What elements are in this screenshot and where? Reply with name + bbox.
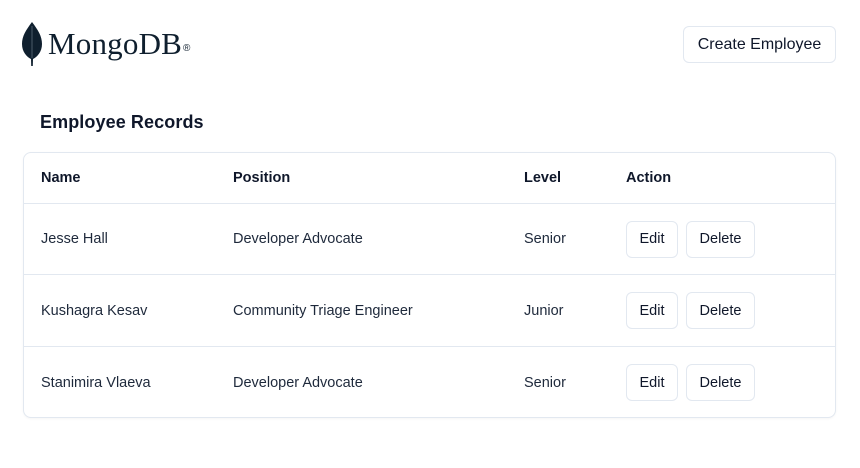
row-actions: Edit Delete (626, 275, 755, 346)
delete-button[interactable]: Delete (686, 220, 755, 258)
employee-name: Kushagra Kesav (41, 302, 148, 319)
employee-table: Name Position Level Action Jesse Hall De… (23, 152, 836, 418)
employee-position: Developer Advocate (233, 374, 363, 391)
employee-level: Junior (524, 302, 564, 319)
table-row: Kushagra Kesav Community Triage Engineer… (24, 275, 835, 347)
row-actions: Edit Delete (626, 204, 755, 274)
mongodb-logo[interactable]: MongoDB ® (22, 22, 190, 66)
edit-button[interactable]: Edit (626, 220, 678, 258)
edit-button[interactable]: Edit (626, 364, 678, 401)
column-header-level: Level (524, 170, 562, 186)
employee-level: Senior (524, 231, 566, 247)
leaf-icon (22, 22, 42, 66)
top-bar: MongoDB ® Create Employee (0, 0, 860, 92)
column-header-name: Name (41, 170, 81, 186)
employee-level: Senior (524, 374, 566, 391)
page-title: Employee Records (40, 112, 204, 132)
employee-name: Stanimira Vlaeva (41, 374, 151, 391)
table-header-row: Name Position Level Action (24, 153, 835, 204)
table-row: Stanimira Vlaeva Developer Advocate Seni… (24, 347, 835, 417)
employee-position: Community Triage Engineer (233, 302, 413, 319)
delete-button[interactable]: Delete (686, 292, 755, 329)
edit-button[interactable]: Edit (626, 292, 678, 329)
delete-button[interactable]: Delete (686, 364, 755, 401)
employee-position: Developer Advocate (233, 231, 363, 247)
row-actions: Edit Delete (626, 347, 755, 417)
column-header-position: Position (233, 170, 291, 186)
employee-name: Jesse Hall (41, 231, 108, 247)
logo-text: MongoDB (48, 26, 183, 61)
logo-registered-mark: ® (183, 43, 191, 54)
column-header-action: Action (626, 170, 672, 186)
create-employee-button[interactable]: Create Employee (683, 26, 836, 63)
table-row: Jesse Hall Developer Advocate Senior Edi… (24, 204, 835, 275)
